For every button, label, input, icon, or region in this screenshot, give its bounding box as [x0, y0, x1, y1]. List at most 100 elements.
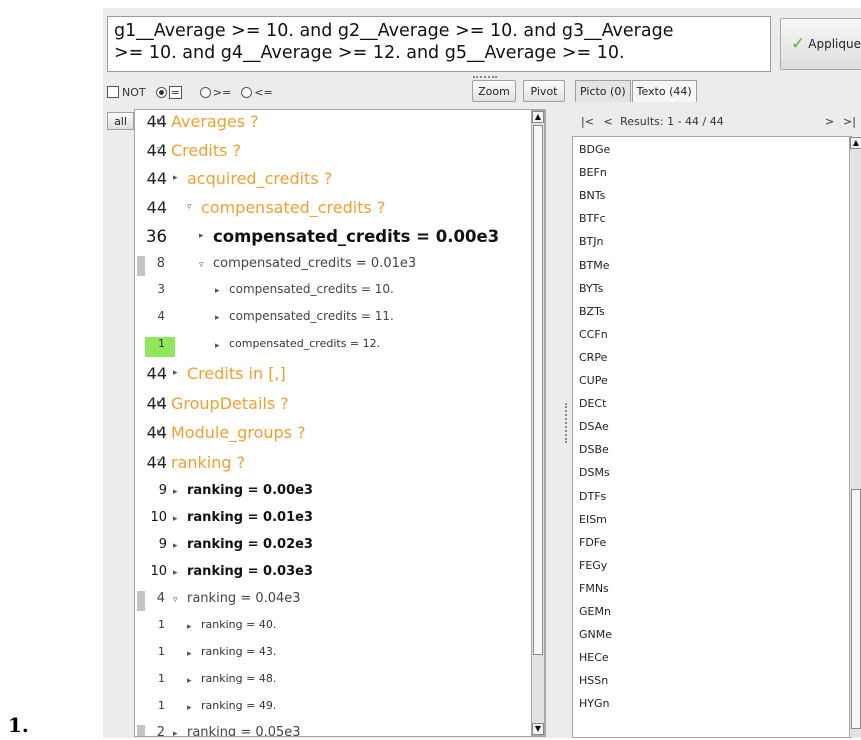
toolbar-grip[interactable] — [473, 76, 497, 78]
result-item[interactable]: FDFe — [579, 536, 606, 549]
tree-row[interactable]: 9 ▸ ranking = 0.00e3 — [135, 482, 545, 504]
tree-row-label[interactable]: compensated_credits = 12. — [229, 337, 380, 350]
pane-splitter[interactable] — [565, 403, 567, 443]
collapse-triangle-icon[interactable]: ▿ — [187, 202, 192, 212]
tree-row-label[interactable]: Module_groups ? — [171, 423, 306, 442]
pivot-button[interactable]: Pivot — [523, 80, 565, 102]
expand-triangle-icon[interactable]: ▸ — [187, 703, 192, 713]
tab-texto[interactable]: Texto (44) — [631, 80, 697, 102]
collapse-triangle-icon[interactable]: ▿ — [173, 595, 178, 605]
tree-row[interactable]: 44 ▸ acquired_credits ? — [135, 168, 545, 190]
tree-row-label[interactable]: ranking = 49. — [201, 699, 276, 712]
result-item[interactable]: FEGy — [579, 559, 607, 572]
tree-row[interactable]: 36 ▸ compensated_credits = 0.00e3 — [135, 226, 545, 248]
result-item[interactable]: DTFs — [579, 490, 606, 503]
tree-row-label[interactable]: Credits in [,] — [187, 364, 286, 383]
first-page-button[interactable]: |< — [581, 115, 594, 128]
result-item[interactable]: DSAe — [579, 420, 609, 433]
equal-radio[interactable]: = — [155, 85, 190, 99]
tree-row-label[interactable]: ranking = 0.01e3 — [187, 510, 313, 525]
expand-triangle-icon[interactable]: ▸ — [173, 729, 178, 736]
results-scrollbar[interactable]: ▲ — [849, 137, 861, 737]
expand-triangle-icon[interactable]: ▸ — [157, 116, 162, 126]
tree-row-label[interactable]: ranking = 0.04e3 — [187, 591, 301, 606]
tab-picto[interactable]: Picto (0) — [575, 80, 631, 102]
expand-triangle-icon[interactable]: ▸ — [215, 341, 220, 351]
lte-radio[interactable]: <= — [241, 86, 273, 99]
tree-row[interactable]: 44 ▿ ranking ? — [135, 452, 545, 474]
tree-row[interactable]: 4 ▸ compensated_credits = 11. — [135, 308, 545, 330]
expand-triangle-icon[interactable]: ▸ — [173, 487, 178, 497]
tree-row[interactable]: 44 ▿ compensated_credits ? — [135, 197, 545, 219]
result-item[interactable]: CUPe — [579, 374, 608, 387]
tree-row-label[interactable]: compensated_credits = 11. — [229, 309, 394, 323]
last-page-button[interactable]: >| — [843, 110, 856, 134]
tree-row[interactable]: 10 ▸ ranking = 0.03e3 — [135, 563, 545, 585]
result-item[interactable]: DSMs — [579, 466, 610, 479]
tree-row-label[interactable]: GroupDetails ? — [171, 394, 289, 413]
expand-triangle-icon[interactable]: ▸ — [187, 676, 192, 686]
tree-row[interactable]: 1 ▸ compensated_credits = 12. — [135, 336, 545, 358]
result-item[interactable]: DSBe — [579, 443, 609, 456]
result-item[interactable]: CCFn — [579, 328, 608, 341]
tree-row[interactable]: 10 ▸ ranking = 0.01e3 — [135, 509, 545, 531]
all-button[interactable]: all — [107, 112, 134, 130]
prev-page-button[interactable]: < — [603, 115, 612, 128]
tree-row[interactable]: 8 ▿ compensated_credits = 0.01e3 — [135, 255, 545, 277]
tree-row[interactable]: 44 ▸ Credits in [,] — [135, 363, 545, 385]
expand-triangle-icon[interactable]: ▸ — [199, 231, 204, 241]
tree-row-label[interactable]: compensated_credits ? — [201, 198, 385, 217]
tree-row[interactable]: 44 ▸ Averages ? — [135, 111, 545, 133]
collapse-triangle-icon[interactable]: ▿ — [199, 260, 204, 270]
tree-row[interactable]: 2 ▸ ranking = 0.05e3 — [135, 724, 545, 736]
expand-triangle-icon[interactable]: ▸ — [173, 541, 178, 551]
tree-row-label[interactable]: ranking = 0.00e3 — [187, 483, 313, 498]
expand-triangle-icon[interactable]: ▸ — [215, 313, 220, 323]
result-item[interactable]: BNTs — [579, 189, 605, 202]
tree-row-label[interactable]: ranking = 48. — [201, 672, 276, 685]
tree-row-label[interactable]: ranking = 40. — [201, 618, 276, 631]
tree-row[interactable]: 3 ▸ compensated_credits = 10. — [135, 281, 545, 303]
next-page-button[interactable]: > — [825, 110, 834, 134]
gte-radio[interactable]: >= — [199, 86, 231, 99]
expand-triangle-icon[interactable]: ▸ — [215, 286, 220, 296]
collapse-triangle-icon[interactable]: ▿ — [157, 145, 162, 155]
expand-triangle-icon[interactable]: ▸ — [157, 398, 162, 408]
tree-row-label[interactable]: ranking ? — [171, 453, 245, 472]
result-item[interactable]: BTMe — [579, 259, 610, 272]
tree-row[interactable]: 44 ▿ Credits ? — [135, 140, 545, 162]
tree-row-label[interactable]: ranking = 43. — [201, 645, 276, 658]
result-item[interactable]: GNMe — [579, 628, 612, 641]
tree-row-label[interactable]: Averages ? — [171, 112, 259, 131]
expand-triangle-icon[interactable]: ▸ — [187, 622, 192, 632]
result-item[interactable]: GEMn — [579, 605, 611, 618]
expand-triangle-icon[interactable]: ▸ — [187, 649, 192, 659]
collapse-triangle-icon[interactable]: ▿ — [157, 457, 162, 467]
apply-button[interactable]: ✓ Appliquer — [780, 18, 861, 70]
expand-triangle-icon[interactable]: ▸ — [173, 368, 178, 378]
tree-row[interactable]: 44 ▸ Module_groups ? — [135, 422, 545, 444]
tree-row-label[interactable]: compensated_credits = 10. — [229, 282, 394, 296]
tree-row-label[interactable]: ranking = 0.02e3 — [187, 537, 313, 552]
tree-row[interactable]: 44 ▸ GroupDetails ? — [135, 393, 545, 415]
tree-row[interactable]: 1 ▸ ranking = 48. — [135, 671, 545, 693]
result-item[interactable]: EISm — [579, 513, 607, 526]
expand-triangle-icon[interactable]: ▸ — [173, 173, 178, 183]
result-item[interactable]: BDGe — [579, 143, 610, 156]
tree-row[interactable]: 1 ▸ ranking = 43. — [135, 644, 545, 666]
query-input[interactable]: g1__Average >= 10. and g2__Average >= 10… — [107, 16, 771, 72]
tree-row[interactable]: 1 ▸ ranking = 40. — [135, 617, 545, 639]
expand-triangle-icon[interactable]: ▸ — [173, 514, 178, 524]
tree-row-label[interactable]: acquired_credits ? — [187, 169, 332, 188]
result-item[interactable]: HSSn — [579, 674, 608, 687]
tree-row[interactable]: 1 ▸ ranking = 49. — [135, 698, 545, 720]
tree-row-label[interactable]: compensated_credits = 0.00e3 — [213, 227, 499, 246]
not-checkbox[interactable]: NOT — [107, 86, 146, 99]
result-item[interactable]: HECe — [579, 651, 609, 664]
tree-row-label[interactable]: ranking = 0.03e3 — [187, 564, 313, 579]
result-item[interactable]: CRPe — [579, 351, 607, 364]
scroll-thumb[interactable] — [851, 489, 861, 729]
result-item[interactable]: BEFn — [579, 166, 607, 179]
result-item[interactable]: BYTs — [579, 282, 603, 295]
result-item[interactable]: BTFc — [579, 212, 606, 225]
